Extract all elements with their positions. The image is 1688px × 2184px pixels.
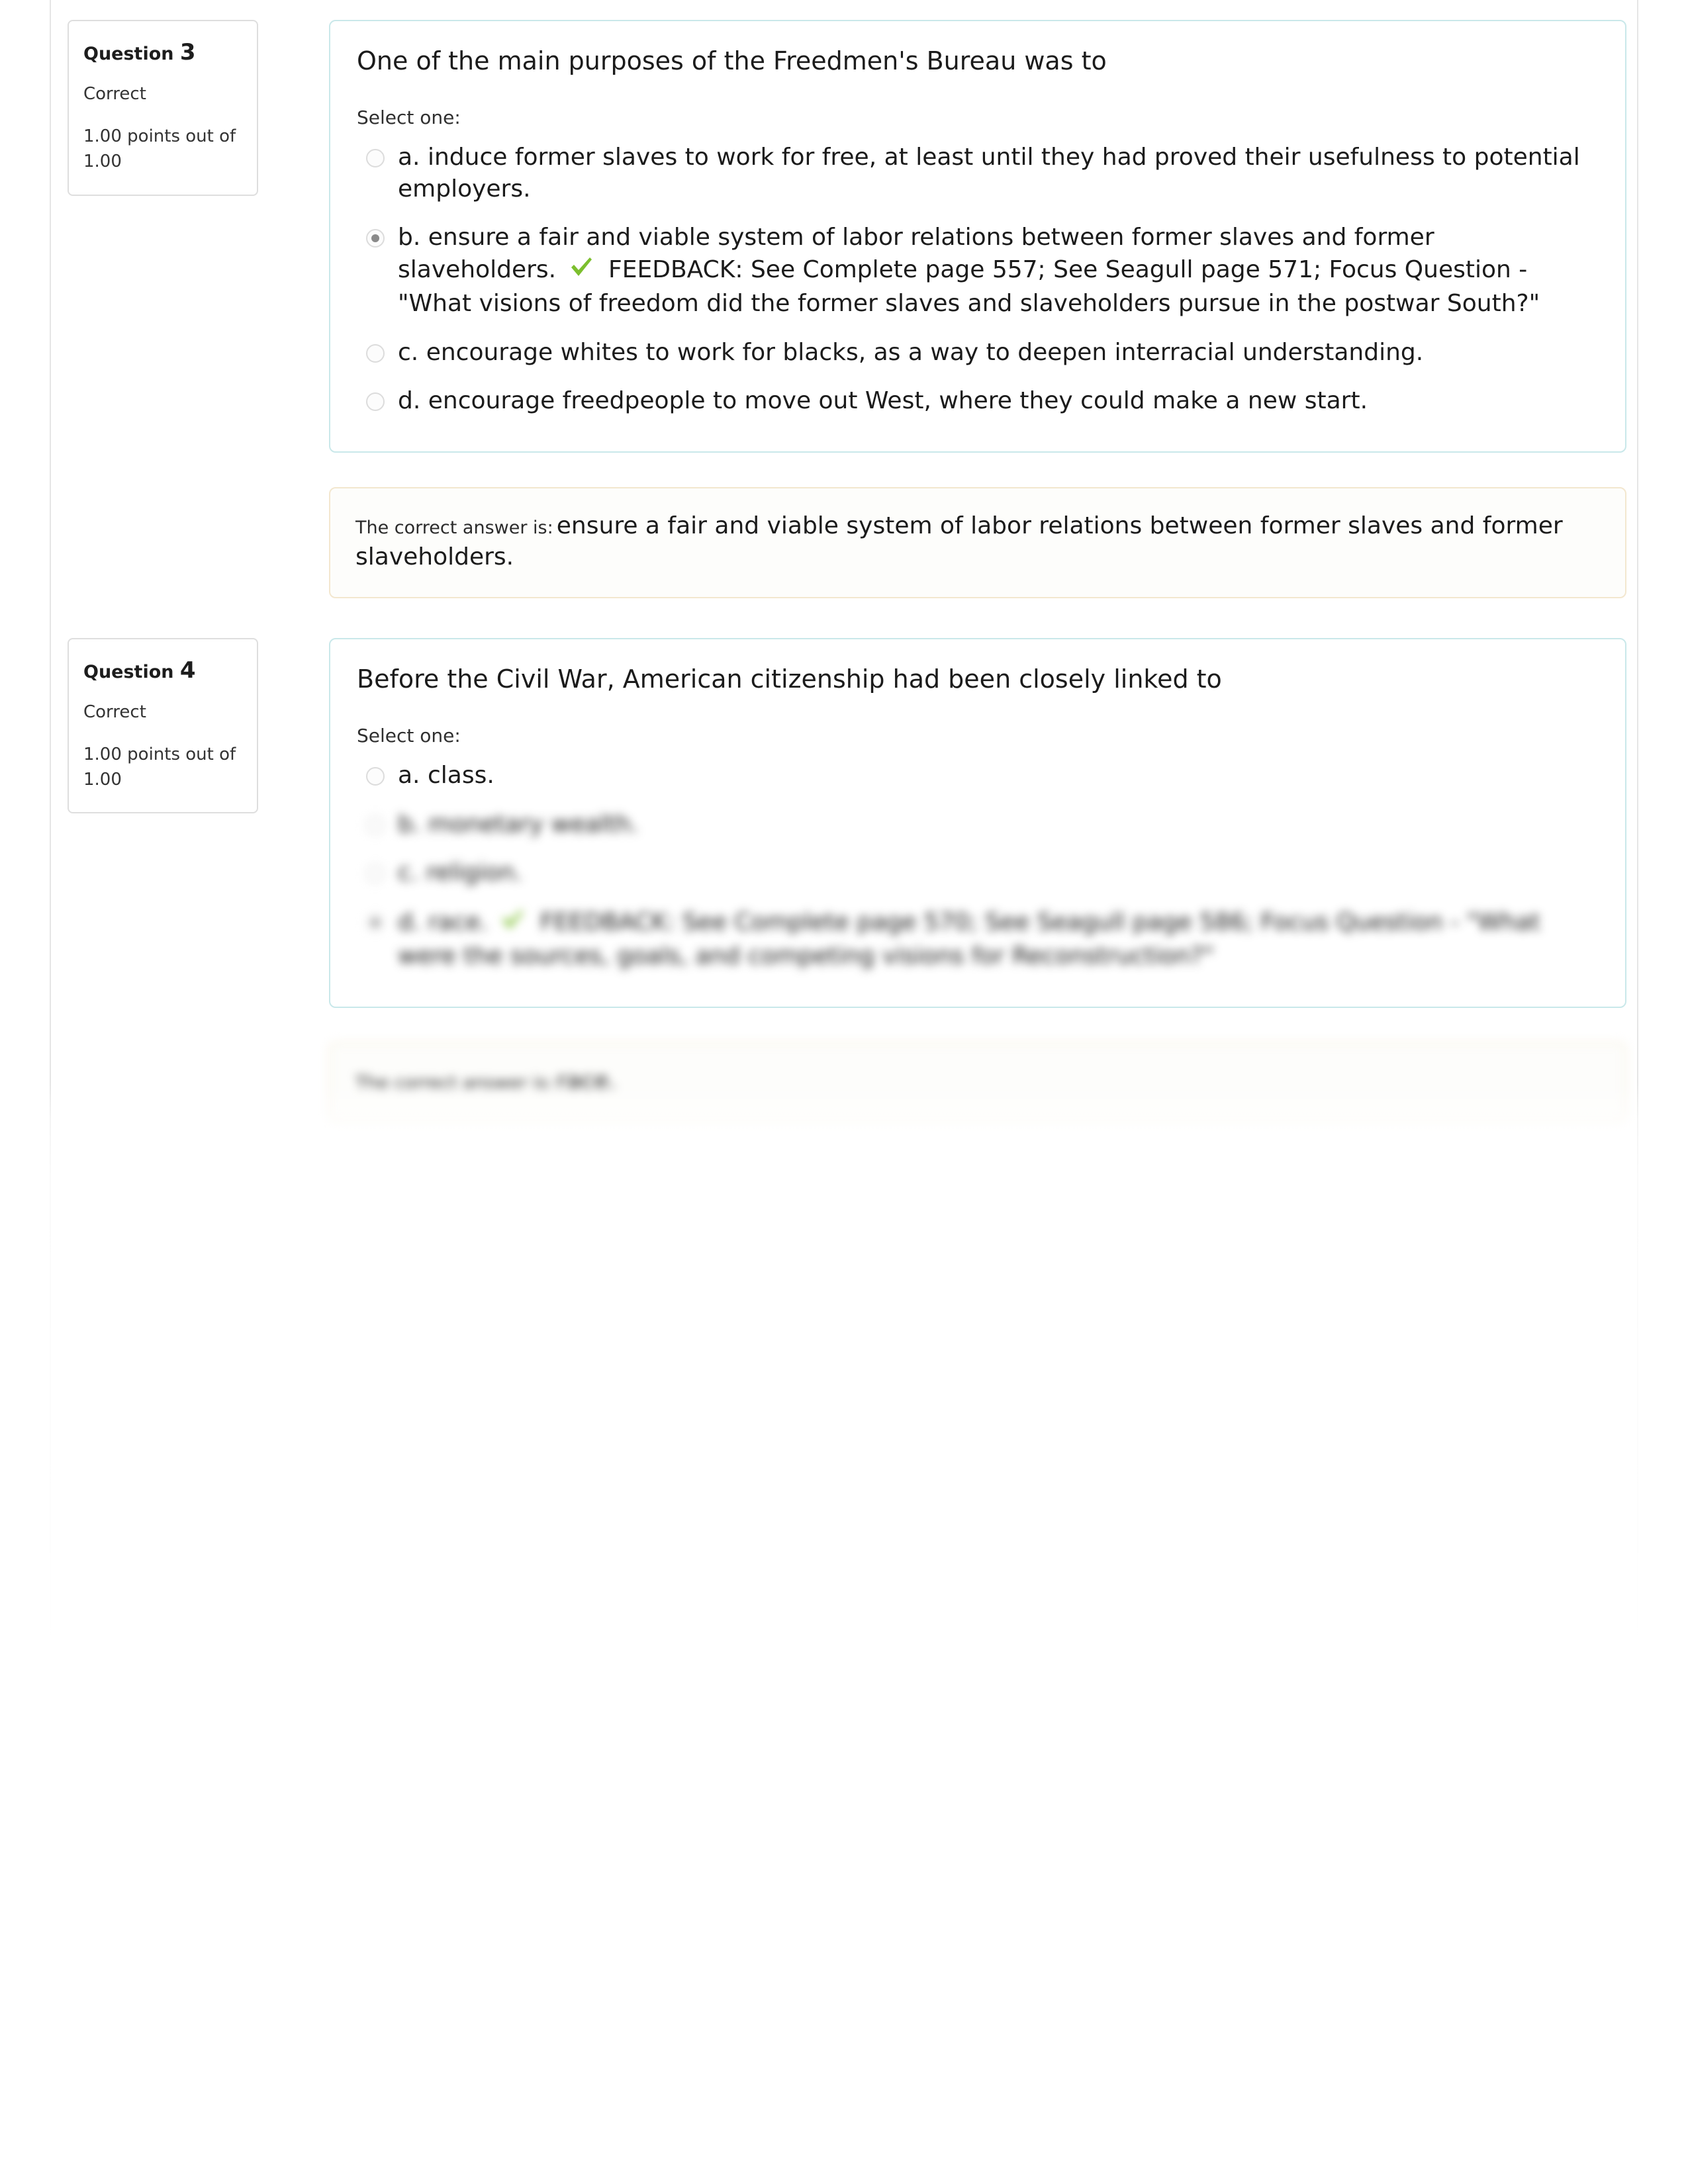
answer-label-c: c. encourage whites to work for blacks, …: [398, 337, 1600, 369]
page-frame: Question 3 Correct 1.00 points out of 1.…: [50, 0, 1638, 2184]
correct-check-icon: [568, 253, 594, 289]
correct-answer-box-4: The correct answer is: race.: [329, 1042, 1626, 1122]
answer-option-4d[interactable]: d. race. FEEDBACK: See Complete page 570…: [357, 906, 1600, 972]
select-one-prompt-4: Select one:: [357, 724, 461, 747]
question-block-4: Question 4 Correct 1.00 points out of 1.…: [51, 637, 1640, 1122]
question-number-heading-4: Question 4: [83, 657, 242, 684]
question-info-3: Question 3 Correct 1.00 points out of 1.…: [68, 20, 258, 196]
radio-button-d[interactable]: [366, 392, 385, 412]
answer-option-d[interactable]: d. encourage freedpeople to move out Wes…: [357, 385, 1600, 417]
answer-key-c: c.: [398, 338, 419, 366]
answer-body-4c: religion.: [426, 859, 523, 887]
question-content-3: One of the main purposes of the Freedmen…: [329, 20, 1626, 453]
question-state: Correct: [83, 84, 146, 105]
answer-body-a: induce former slaves to work for free, a…: [398, 144, 1580, 203]
answer-feedback-4d: FEEDBACK: See Complete page 570; See Sea…: [398, 908, 1540, 970]
question-grade: 1.00 points out of 1.00: [83, 126, 236, 171]
question-number-heading: Question 3: [83, 39, 242, 66]
question-grade-4: 1.00 points out of 1.00: [83, 744, 236, 790]
question-info-4: Question 4 Correct 1.00 points out of 1.…: [68, 637, 258, 814]
answer-key-4a: a.: [398, 761, 420, 789]
answer-label-a: a. induce former slaves to work for free…: [398, 142, 1600, 205]
question-label: Question: [83, 44, 174, 64]
question-content-4: Before the Civil War, American citizensh…: [329, 637, 1626, 1008]
answer-option-4c[interactable]: c. religion.: [357, 857, 1600, 889]
answer-label-4a: a. class.: [398, 760, 1600, 792]
correct-check-icon-4: [499, 906, 526, 941]
answer-body-4b: monetary wealth.: [428, 810, 639, 838]
question-label-4: Question: [83, 661, 174, 682]
question-stem: One of the main purposes of the Freedmen…: [357, 46, 1107, 75]
question-number-4: 4: [179, 657, 196, 684]
radio-button-b[interactable]: [366, 229, 385, 248]
question-stem-4: Before the Civil War, American citizensh…: [357, 664, 1222, 694]
answer-body-4d: race.: [428, 908, 488, 936]
answer-label-4b: b. monetary wealth.: [398, 809, 1600, 841]
question-block-3: Question 3 Correct 1.00 points out of 1.…: [51, 0, 1640, 638]
answer-key-4b: b.: [398, 810, 421, 838]
answer-label-4c: c. religion.: [398, 857, 1600, 889]
answer-option-a[interactable]: a. induce former slaves to work for free…: [357, 142, 1600, 205]
answer-option-b[interactable]: b. ensure a fair and viable system of la…: [357, 222, 1600, 320]
correct-answer-text-4: race.: [556, 1067, 617, 1095]
select-one-prompt: Select one:: [357, 107, 461, 129]
radio-button-c[interactable]: [366, 343, 385, 363]
answer-label-4d: d. race. FEEDBACK: See Complete page 570…: [398, 906, 1600, 972]
answer-list-4: a. class. b. monetary wealth. c. religio…: [357, 760, 1600, 972]
answer-body-c: encourage whites to work for blacks, as …: [426, 338, 1424, 366]
radio-button-a[interactable]: [366, 149, 385, 168]
answer-key-b: b.: [398, 224, 421, 251]
answer-key-d: d.: [398, 387, 421, 415]
radio-button-4c[interactable]: [366, 864, 385, 884]
radio-button-4b[interactable]: [366, 815, 385, 835]
question-state-4: Correct: [83, 702, 146, 722]
radio-button-4a[interactable]: [366, 766, 385, 786]
quiz-area: Question 3 Correct 1.00 points out of 1.…: [51, 0, 1640, 1122]
answer-body-d: encourage freedpeople to move out West, …: [428, 387, 1368, 415]
correct-answer-lead-4: The correct answer is:: [355, 1072, 553, 1093]
radio-button-4d[interactable]: [366, 913, 385, 932]
answer-option-c[interactable]: c. encourage whites to work for blacks, …: [357, 337, 1600, 369]
answer-key-4d: d.: [398, 908, 421, 936]
answer-label-d: d. encourage freedpeople to move out Wes…: [398, 385, 1600, 417]
question-number: 3: [179, 39, 196, 66]
answer-key-4c: c.: [398, 859, 419, 887]
answer-list: a. induce former slaves to work for free…: [357, 142, 1600, 417]
answer-option-4b[interactable]: b. monetary wealth.: [357, 809, 1600, 841]
answer-body-4a: class.: [427, 761, 494, 789]
correct-answer-box-3: The correct answer is: ensure a fair and…: [329, 487, 1626, 598]
answer-key-a: a.: [398, 144, 420, 171]
answer-label-b: b. ensure a fair and viable system of la…: [398, 222, 1600, 320]
answer-option-4a[interactable]: a. class.: [357, 760, 1600, 792]
correct-answer-lead: The correct answer is:: [355, 518, 553, 538]
